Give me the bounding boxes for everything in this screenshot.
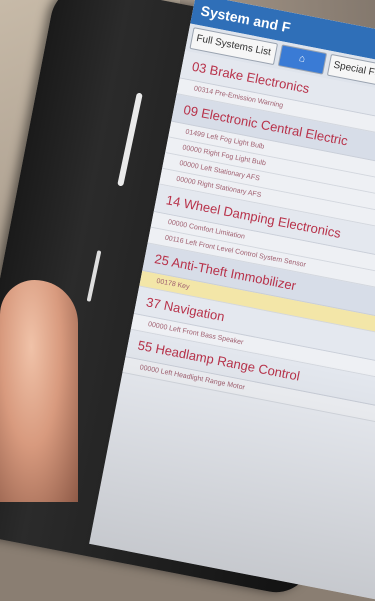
thumb [0, 280, 78, 502]
